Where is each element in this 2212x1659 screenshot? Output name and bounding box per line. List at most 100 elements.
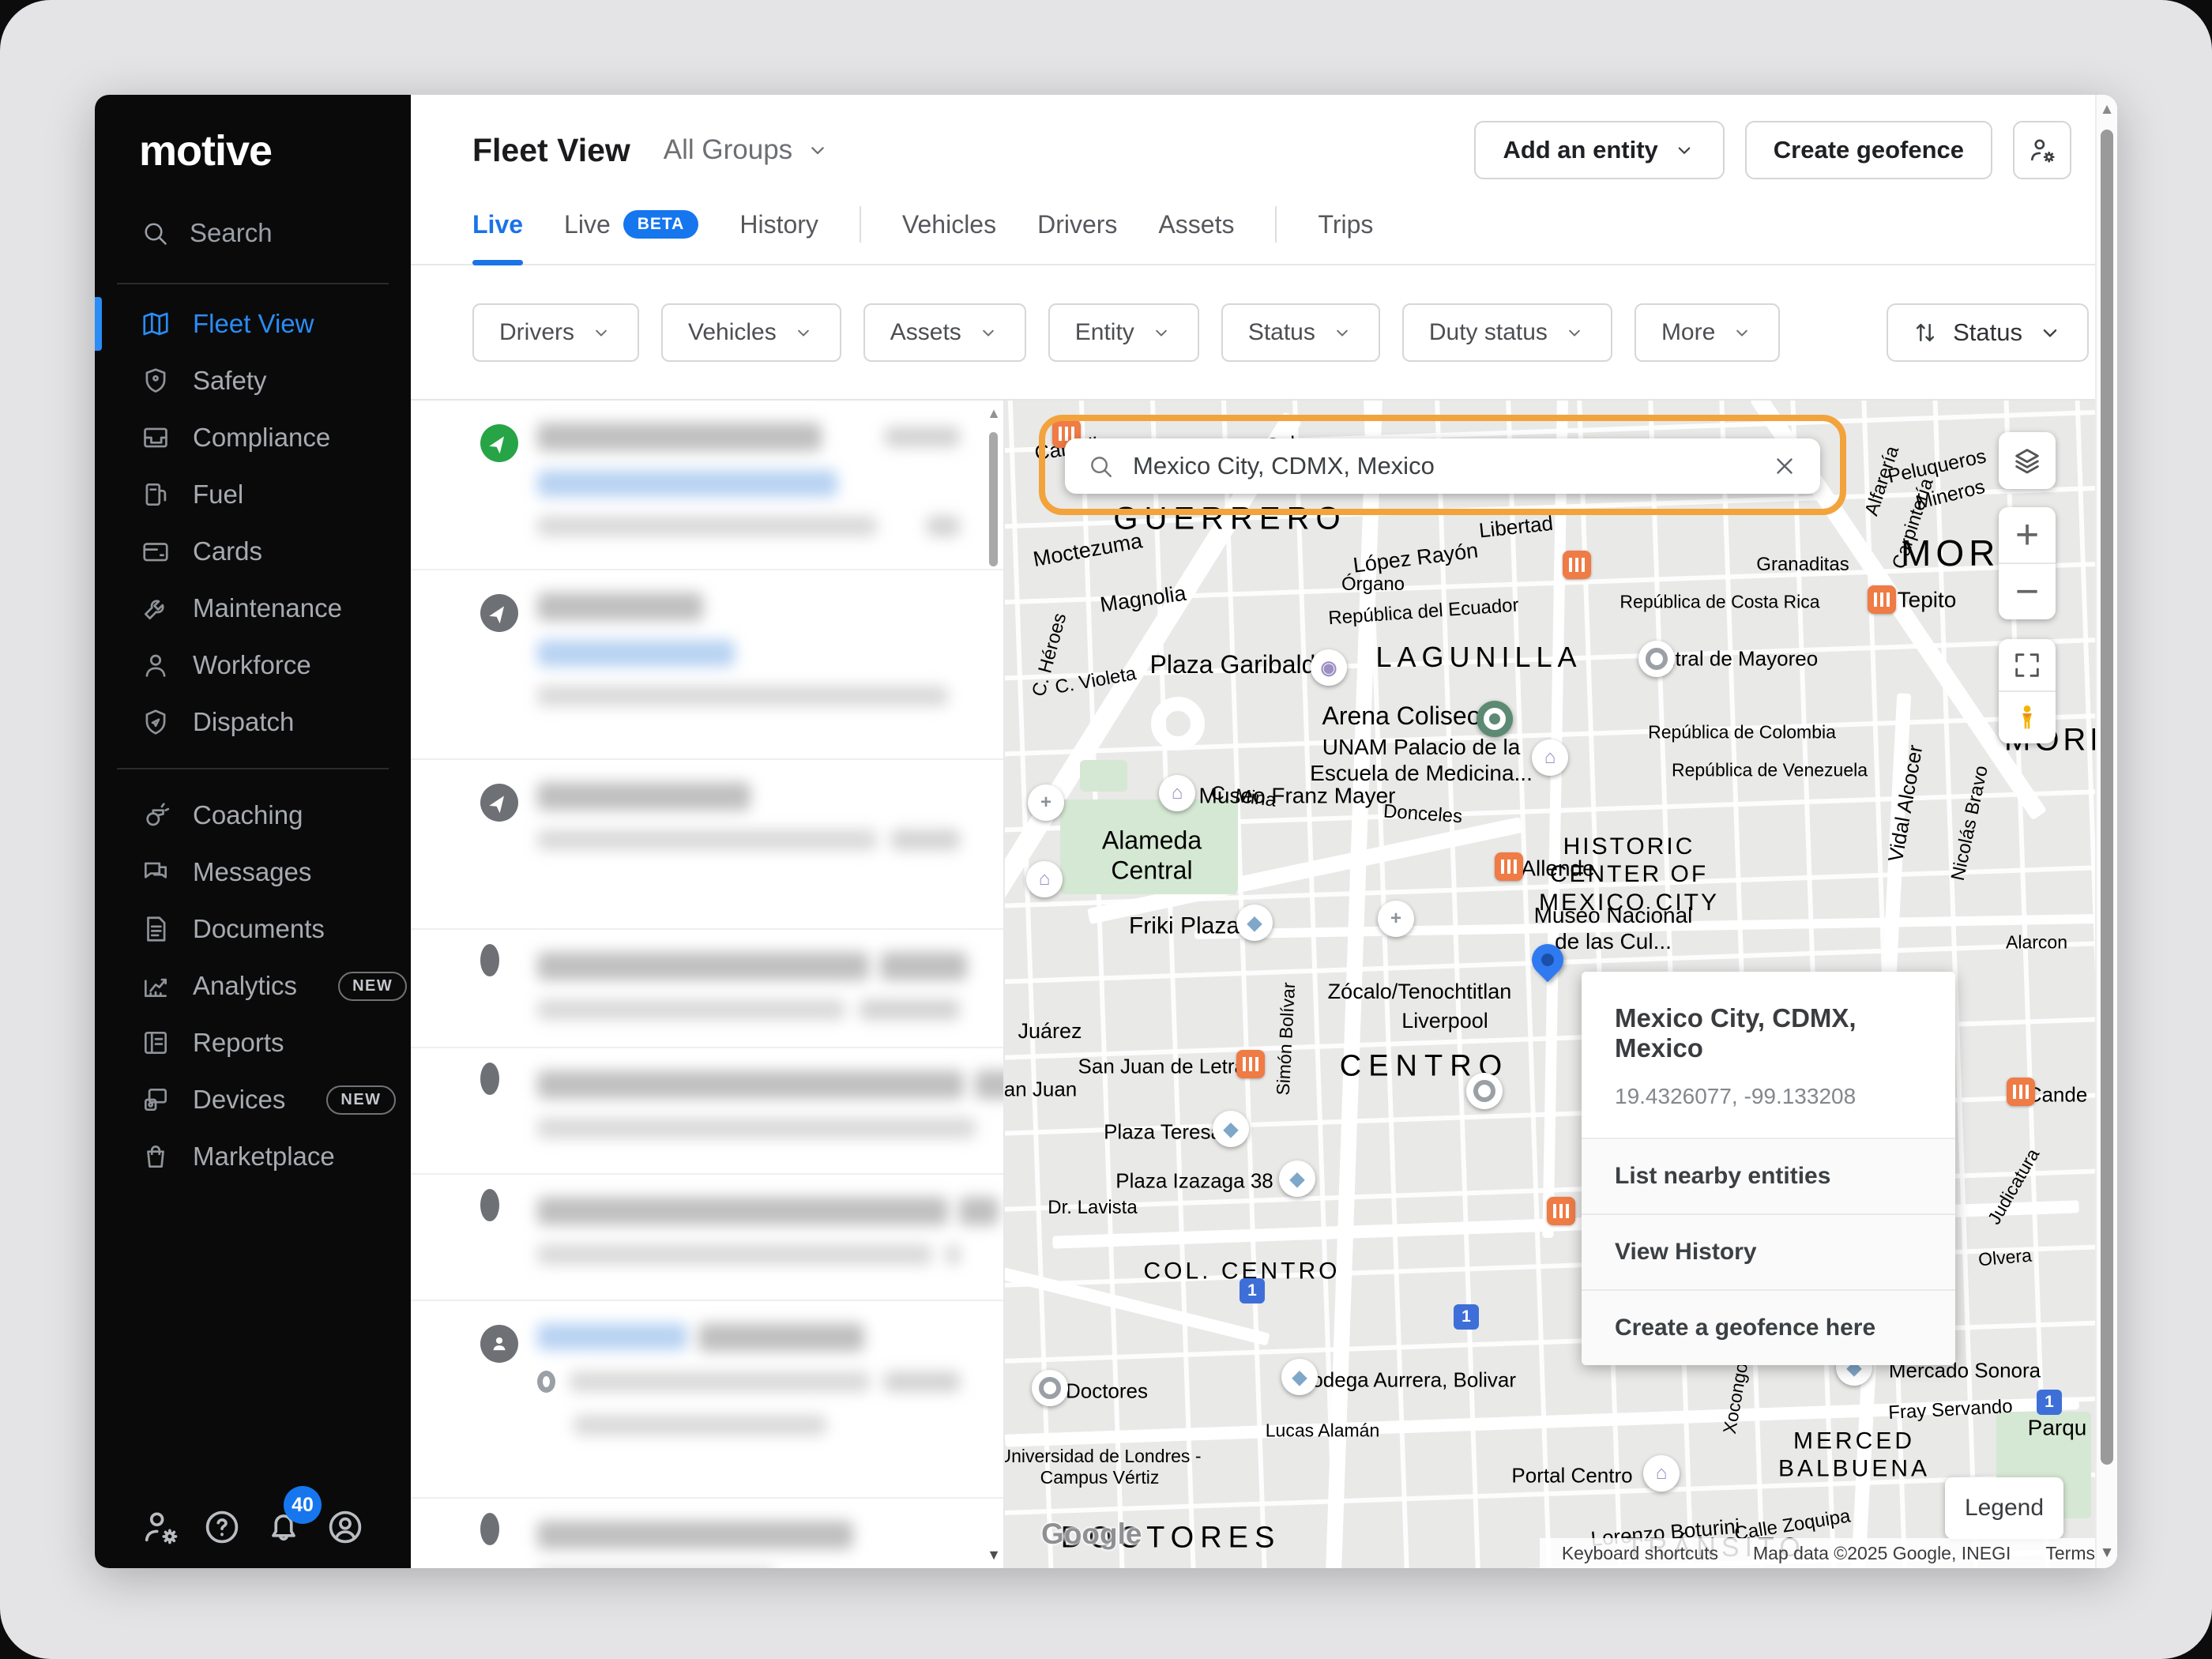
map-poi-marker[interactable] [1547, 1197, 1575, 1225]
list-scrollbar[interactable]: ▲ ▼ [986, 405, 1002, 1563]
map-poi-marker[interactable]: ⌂ [1532, 739, 1568, 776]
list-item[interactable] [411, 1175, 1003, 1301]
zoom-in-button[interactable]: + [1999, 507, 2056, 564]
sidebar-item[interactable]: Workforce [95, 637, 411, 694]
zoom-out-button[interactable]: − [1999, 564, 2056, 619]
map-poi-marker[interactable]: ⌂ [1026, 861, 1063, 897]
filter-dropdown[interactable]: Drivers [472, 303, 639, 362]
filter-dropdown[interactable]: Status [1221, 303, 1380, 362]
tab[interactable]: Trips [1318, 185, 1373, 264]
map-poi-marker[interactable]: ◉ [1311, 649, 1347, 686]
filter-dropdown[interactable]: More [1635, 303, 1780, 362]
terms-link[interactable]: Terms [2045, 1543, 2095, 1564]
sort-button[interactable]: Status [1887, 303, 2089, 362]
list-scroll-thumb[interactable] [989, 432, 998, 566]
popup-action[interactable]: Create a geofence here [1582, 1289, 1955, 1365]
map-poi-marker[interactable] [1466, 1073, 1503, 1109]
popup-action[interactable]: List nearby entities [1582, 1139, 1955, 1213]
scroll-down-arrow[interactable]: ▼ [986, 1547, 1002, 1563]
tab[interactable]: Live [472, 185, 523, 264]
map-poi-marker[interactable]: ◆ [1213, 1111, 1249, 1147]
tab[interactable]: Assets [1158, 185, 1234, 264]
map-poi-marker[interactable]: ◆ [1279, 1161, 1315, 1197]
sidebar-item[interactable]: Safety [95, 352, 411, 409]
sidebar-item[interactable]: Devices NEW [95, 1071, 411, 1128]
map-canvas[interactable]: GUERREROLAGUNILLAMOREMOREHISTORIC CENTER… [1005, 401, 2117, 1568]
main-scroll-thumb[interactable] [2101, 130, 2113, 1465]
popup-action[interactable]: View History [1582, 1213, 1955, 1289]
map-poi-marker[interactable] [1563, 551, 1591, 579]
map-poi-marker[interactable]: ◆ [1236, 905, 1273, 941]
clear-search-icon[interactable] [1771, 453, 1798, 480]
map-poi-marker[interactable]: ⌂ [1159, 775, 1195, 811]
group-selector[interactable]: All Groups [664, 134, 830, 166]
sidebar-item[interactable]: Maintenance [95, 580, 411, 637]
list-item[interactable] [411, 1048, 1003, 1175]
map-poi-marker[interactable]: 1 [2037, 1390, 2062, 1415]
tab[interactable]: Vehicles [902, 185, 996, 264]
chevron-down-icon [1563, 322, 1586, 344]
sidebar-item[interactable]: Reports [95, 1014, 411, 1071]
notifications-button[interactable]: 40 [263, 1507, 304, 1548]
tab[interactable]: History [739, 185, 818, 264]
map-poi-marker[interactable] [1638, 641, 1675, 677]
list-item[interactable] [411, 401, 1003, 570]
list-item[interactable] [411, 570, 1003, 760]
map-poi-marker[interactable]: 1 [1240, 1278, 1265, 1304]
map-poi-marker[interactable]: ◆ [1281, 1359, 1318, 1395]
list-item[interactable] [411, 1499, 1003, 1568]
map-poi-marker[interactable]: + [1028, 784, 1064, 821]
sidebar-item[interactable]: Analytics NEW [95, 957, 411, 1014]
tab[interactable]: Drivers [1037, 185, 1117, 264]
sidebar-search[interactable]: Search [95, 175, 411, 248]
map-poi-marker[interactable]: 1 [1454, 1304, 1479, 1330]
sidebar-item[interactable]: Marketplace [95, 1128, 411, 1185]
keyboard-shortcuts-link[interactable]: Keyboard shortcuts [1562, 1543, 1718, 1564]
add-entity-button[interactable]: Add an entity [1474, 121, 1724, 179]
sidebar-item[interactable]: Compliance [95, 409, 411, 466]
map-poi-marker[interactable]: ⌂ [1643, 1455, 1680, 1492]
sidebar-item[interactable]: Dispatch [95, 694, 411, 750]
scroll-up-arrow[interactable]: ▲ [986, 405, 1002, 422]
sidebar-item[interactable]: Fleet View [95, 295, 411, 352]
fullscreen-button[interactable] [1999, 639, 2056, 692]
list-item[interactable] [411, 930, 1003, 1048]
filter-dropdown[interactable]: Vehicles [661, 303, 841, 362]
map-poi-marker[interactable] [2007, 1078, 2035, 1106]
sidebar-item[interactable]: Fuel [95, 466, 411, 523]
sidebar-item[interactable]: Messages [95, 844, 411, 901]
map-poi-marker[interactable] [1868, 585, 1896, 614]
create-geofence-button[interactable]: Create geofence [1745, 121, 1992, 179]
help-button[interactable] [201, 1507, 243, 1548]
map-poi-marker[interactable] [1032, 1370, 1068, 1406]
sidebar-item-label: Messages [193, 857, 311, 887]
tab[interactable]: Live BETA [564, 185, 698, 264]
marker-glyph: ◆ [1224, 1118, 1238, 1141]
sidebar-item[interactable]: Documents [95, 901, 411, 957]
marker-glyph: + [1040, 792, 1051, 814]
map-poi-marker[interactable]: + [1378, 901, 1414, 937]
map-search-box[interactable] [1065, 438, 1820, 494]
scroll-up-arrow[interactable]: ▲ [2097, 101, 2117, 118]
streetview-pegman-button[interactable] [1999, 692, 2056, 743]
map-poi-marker[interactable] [1477, 701, 1513, 737]
user-settings-button[interactable] [2013, 121, 2071, 179]
main-scrollbar[interactable]: ▲ ▼ [2095, 95, 2117, 1568]
list-item[interactable] [411, 1301, 1003, 1499]
scroll-down-arrow[interactable]: ▼ [2097, 1544, 2117, 1562]
filter-dropdown[interactable]: Duty status [1402, 303, 1612, 362]
sidebar-item[interactable]: Cards [95, 523, 411, 580]
legend-button[interactable]: Legend [1945, 1477, 2063, 1539]
sidebar-item[interactable]: Coaching [95, 787, 411, 844]
sidebar-item-icon [141, 480, 171, 510]
sidebar-item-icon [141, 366, 171, 396]
map-poi-marker[interactable] [1236, 1050, 1265, 1078]
map-poi-marker[interactable] [1495, 852, 1523, 881]
filter-dropdown[interactable]: Entity [1048, 303, 1199, 362]
list-item[interactable] [411, 760, 1003, 930]
profile-button[interactable] [325, 1507, 366, 1548]
map-search-input[interactable] [1131, 451, 1754, 481]
filter-dropdown[interactable]: Assets [863, 303, 1026, 362]
admin-settings-button[interactable] [140, 1507, 181, 1548]
map-layers-button[interactable] [1999, 432, 2056, 489]
